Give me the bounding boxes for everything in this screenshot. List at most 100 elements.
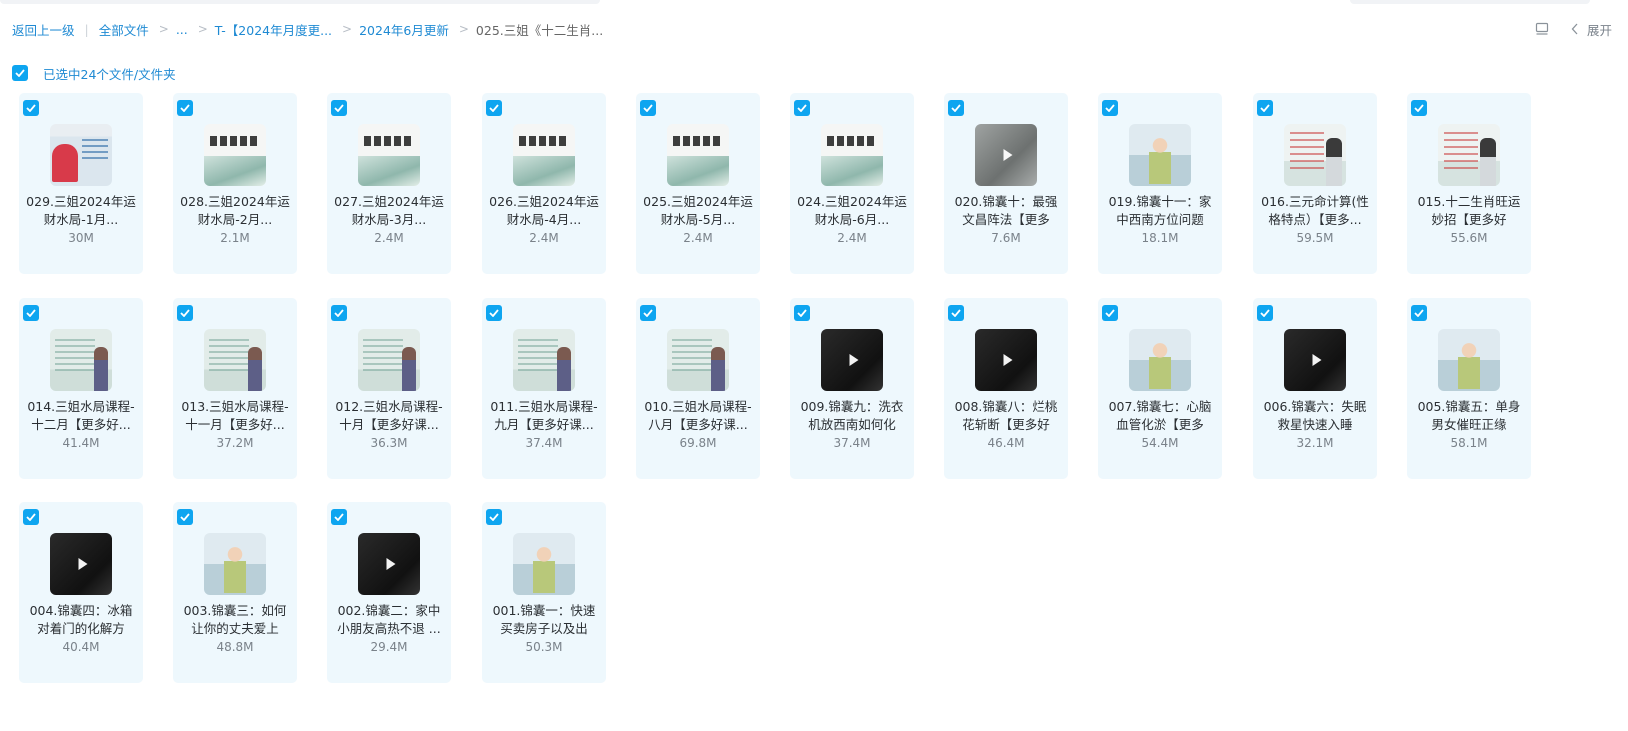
file-checkbox[interactable] xyxy=(640,100,656,116)
file-card[interactable]: 003.锦囊三：如何让你的丈夫爱上 48.8M xyxy=(173,502,297,683)
file-thumbnail[interactable] xyxy=(1438,124,1500,186)
file-card[interactable]: 019.锦囊十一：家中西南方位问题 18.1M xyxy=(1098,93,1222,274)
file-name[interactable]: 008.锦囊八：烂桃花斩断【更多好 xyxy=(950,398,1062,434)
file-name[interactable]: 001.锦囊一：快速买卖房子以及出 xyxy=(488,602,600,638)
chevron-left-icon[interactable] xyxy=(1571,23,1579,35)
file-thumbnail[interactable] xyxy=(821,124,883,186)
file-checkbox[interactable] xyxy=(794,305,810,321)
select-all-checkbox[interactable] xyxy=(12,65,28,81)
back-link[interactable]: 返回上一级 xyxy=(12,20,75,39)
file-checkbox[interactable] xyxy=(948,305,964,321)
file-thumbnail[interactable] xyxy=(667,329,729,391)
file-checkbox[interactable] xyxy=(486,305,502,321)
file-card[interactable]: 009.锦囊九：洗衣机放西南如何化 37.4M xyxy=(790,298,914,479)
file-card[interactable]: 020.锦囊十：最强文昌阵法【更多 7.6M xyxy=(944,93,1068,274)
file-card[interactable]: 005.锦囊五：单身男女催旺正缘 58.1M xyxy=(1407,298,1531,479)
file-card[interactable]: 024.三姐2024年运财水局-6月... 2.4M xyxy=(790,93,914,274)
breadcrumb-item-monthly[interactable]: T-【2024年月度更... xyxy=(215,20,332,39)
file-thumbnail[interactable] xyxy=(50,329,112,391)
file-card[interactable]: 011.三姐水局课程-九月【更多好课... 37.4M xyxy=(482,298,606,479)
file-thumbnail[interactable] xyxy=(975,124,1037,186)
file-checkbox[interactable] xyxy=(23,509,39,525)
file-name[interactable]: 028.三姐2024年运财水局-2月... xyxy=(179,193,291,229)
file-card[interactable]: 012.三姐水局课程-十月【更多好课... 36.3M xyxy=(327,298,451,479)
file-thumbnail[interactable] xyxy=(1284,124,1346,186)
breadcrumb-item-june[interactable]: 2024年6月更新 xyxy=(359,20,449,39)
file-name[interactable]: 025.三姐2024年运财水局-5月... xyxy=(642,193,754,229)
file-checkbox[interactable] xyxy=(177,100,193,116)
file-checkbox[interactable] xyxy=(177,509,193,525)
file-thumbnail[interactable] xyxy=(513,124,575,186)
file-card[interactable]: 006.锦囊六：失眠救星快速入睡 32.1M xyxy=(1253,298,1377,479)
file-name[interactable]: 006.锦囊六：失眠救星快速入睡 xyxy=(1259,398,1371,434)
file-thumbnail[interactable] xyxy=(975,329,1037,391)
file-name[interactable]: 002.锦囊二：家中小朋友高热不退 ... xyxy=(333,602,445,638)
file-thumbnail[interactable] xyxy=(1284,329,1346,391)
expand-button[interactable]: 展开 xyxy=(1587,20,1612,39)
file-checkbox[interactable] xyxy=(23,305,39,321)
file-name[interactable]: 013.三姐水局课程-十一月【更多好... xyxy=(179,398,291,434)
file-checkbox[interactable] xyxy=(331,305,347,321)
file-thumbnail[interactable] xyxy=(358,533,420,595)
file-name[interactable]: 011.三姐水局课程-九月【更多好课... xyxy=(488,398,600,434)
file-name[interactable]: 005.锦囊五：单身男女催旺正缘 xyxy=(1413,398,1525,434)
file-card[interactable]: 010.三姐水局课程-八月【更多好课... 69.8M xyxy=(636,298,760,479)
file-card[interactable]: 015.十二生肖旺运妙招【更多好 55.6M xyxy=(1407,93,1531,274)
breadcrumb-item-ellipsis[interactable]: ... xyxy=(176,22,188,37)
file-card[interactable]: 025.三姐2024年运财水局-5月... 2.4M xyxy=(636,93,760,274)
file-checkbox[interactable] xyxy=(1102,305,1118,321)
file-name[interactable]: 015.十二生肖旺运妙招【更多好 xyxy=(1413,193,1525,229)
file-card[interactable]: 016.三元命计算(性格特点）【更多... 59.5M xyxy=(1253,93,1377,274)
breadcrumb-item-all-files[interactable]: 全部文件 xyxy=(99,20,149,39)
file-checkbox[interactable] xyxy=(794,100,810,116)
file-name[interactable]: 016.三元命计算(性格特点）【更多... xyxy=(1259,193,1371,229)
file-thumbnail[interactable] xyxy=(358,329,420,391)
file-thumbnail[interactable] xyxy=(204,329,266,391)
file-name[interactable]: 012.三姐水局课程-十月【更多好课... xyxy=(333,398,445,434)
file-card[interactable]: 007.锦囊七：心脑血管化淤【更多 54.4M xyxy=(1098,298,1222,479)
file-thumbnail[interactable] xyxy=(1129,124,1191,186)
file-thumbnail[interactable] xyxy=(513,533,575,595)
file-name[interactable]: 020.锦囊十：最强文昌阵法【更多 xyxy=(950,193,1062,229)
file-thumbnail[interactable] xyxy=(513,329,575,391)
file-name[interactable]: 026.三姐2024年运财水局-4月... xyxy=(488,193,600,229)
file-checkbox[interactable] xyxy=(23,100,39,116)
file-name[interactable]: 003.锦囊三：如何让你的丈夫爱上 xyxy=(179,602,291,638)
file-checkbox[interactable] xyxy=(1411,100,1427,116)
file-checkbox[interactable] xyxy=(1411,305,1427,321)
file-name[interactable]: 019.锦囊十一：家中西南方位问题 xyxy=(1104,193,1216,229)
file-name[interactable]: 010.三姐水局课程-八月【更多好课... xyxy=(642,398,754,434)
file-name[interactable]: 014.三姐水局课程-十二月【更多好... xyxy=(25,398,137,434)
file-thumbnail[interactable] xyxy=(50,124,112,186)
file-thumbnail[interactable] xyxy=(50,533,112,595)
file-name[interactable]: 029.三姐2024年运财水局-1月... xyxy=(25,193,137,229)
file-card[interactable]: 004.锦囊四：冰箱对着门的化解方 40.4M xyxy=(19,502,143,683)
file-thumbnail[interactable] xyxy=(204,124,266,186)
file-thumbnail[interactable] xyxy=(1129,329,1191,391)
file-thumbnail[interactable] xyxy=(358,124,420,186)
file-card[interactable]: 028.三姐2024年运财水局-2月... 2.1M xyxy=(173,93,297,274)
file-checkbox[interactable] xyxy=(948,100,964,116)
file-checkbox[interactable] xyxy=(331,509,347,525)
file-name[interactable]: 009.锦囊九：洗衣机放西南如何化 xyxy=(796,398,908,434)
file-checkbox[interactable] xyxy=(1257,305,1273,321)
file-thumbnail[interactable] xyxy=(1438,329,1500,391)
file-card[interactable]: 002.锦囊二：家中小朋友高热不退 ... 29.4M xyxy=(327,502,451,683)
file-card[interactable]: 013.三姐水局课程-十一月【更多好... 37.2M xyxy=(173,298,297,479)
file-card[interactable]: 027.三姐2024年运财水局-3月... 2.4M xyxy=(327,93,451,274)
file-card[interactable]: 029.三姐2024年运财水局-1月... 30M xyxy=(19,93,143,274)
file-card[interactable]: 008.锦囊八：烂桃花斩断【更多好 46.4M xyxy=(944,298,1068,479)
file-checkbox[interactable] xyxy=(1102,100,1118,116)
file-thumbnail[interactable] xyxy=(821,329,883,391)
file-checkbox[interactable] xyxy=(640,305,656,321)
file-card[interactable]: 001.锦囊一：快速买卖房子以及出 50.3M xyxy=(482,502,606,683)
file-checkbox[interactable] xyxy=(486,509,502,525)
file-checkbox[interactable] xyxy=(1257,100,1273,116)
file-checkbox[interactable] xyxy=(177,305,193,321)
file-thumbnail[interactable] xyxy=(667,124,729,186)
file-thumbnail[interactable] xyxy=(204,533,266,595)
file-card[interactable]: 014.三姐水局课程-十二月【更多好... 41.4M xyxy=(19,298,143,479)
file-checkbox[interactable] xyxy=(331,100,347,116)
file-name[interactable]: 027.三姐2024年运财水局-3月... xyxy=(333,193,445,229)
list-view-icon[interactable] xyxy=(1535,22,1549,36)
